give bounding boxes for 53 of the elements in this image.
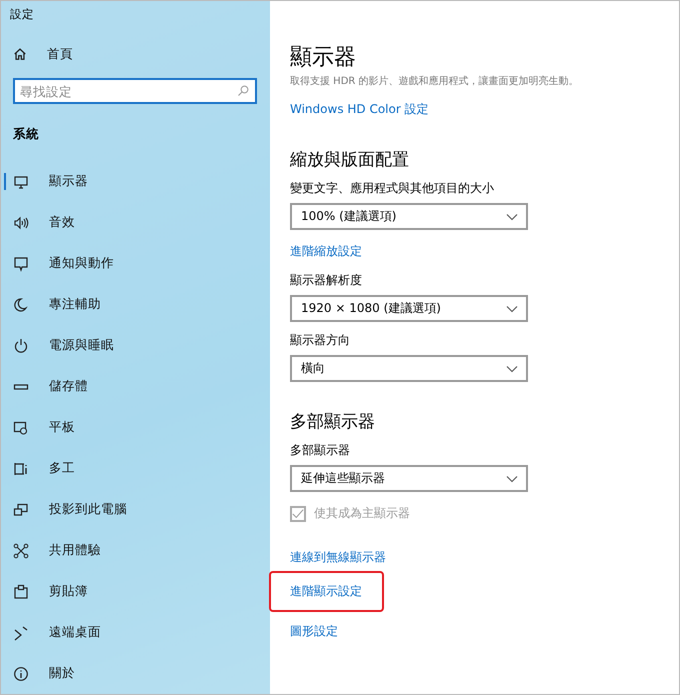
checkbox-label: 使其成為主顯示器: [314, 505, 410, 522]
moon-icon: [13, 296, 29, 312]
sidebar-item[interactable]: 關於: [1, 653, 270, 694]
power-icon: [13, 338, 29, 354]
section-heading: 縮放與版面配置: [290, 149, 410, 170]
sidebar-item[interactable]: 多工: [1, 448, 270, 489]
window-icon: [13, 460, 29, 476]
home-link[interactable]: 首頁: [13, 44, 270, 64]
field-label: 顯示器方向: [290, 332, 351, 349]
sidebar-item[interactable]: 剪貼簿: [1, 571, 270, 612]
window-title: 設定: [10, 7, 35, 23]
dropdown[interactable]: 橫向: [290, 355, 528, 382]
monitor-icon: [13, 174, 29, 190]
dropdown[interactable]: 1920 × 1080 (建議選項): [290, 295, 528, 322]
chevron-down-icon: [506, 304, 518, 312]
sidebar-item[interactable]: 儲存體: [1, 366, 270, 407]
home-icon: [13, 47, 27, 62]
project-icon: [13, 502, 29, 518]
clipboard-icon: [13, 584, 29, 600]
section-label: 系統: [13, 126, 40, 143]
page-title: 顯示器: [290, 44, 357, 72]
sidebar-item[interactable]: 共用體驗: [1, 530, 270, 571]
sidebar-item[interactable]: 專注輔助: [1, 284, 270, 325]
sidebar-item[interactable]: 平板: [1, 407, 270, 448]
description-text: 取得支援 HDR 的影片、遊戲和應用程式，讓畫面更加明亮生動。: [290, 75, 580, 88]
chevron-down-icon: [506, 212, 518, 220]
dropdown[interactable]: 延伸這些顯示器: [290, 465, 528, 492]
sidebar-item[interactable]: 投影到此電腦: [1, 489, 270, 530]
sidebar-item[interactable]: 電源與睡眠: [1, 325, 270, 366]
info-icon: [13, 666, 29, 682]
search-field[interactable]: 尋找設定: [13, 78, 257, 104]
sidebar-item[interactable]: 遠端桌面: [1, 612, 270, 653]
remote-icon: [13, 624, 29, 640]
sidebar-item[interactable]: 顯示器: [1, 161, 270, 202]
speaker-icon: [13, 214, 29, 230]
field-label: 多部顯示器: [290, 442, 351, 459]
field-label: 變更文字、應用程式與其他項目的大小: [290, 180, 495, 197]
sidebar-item[interactable]: 音效: [1, 202, 270, 243]
chevron-down-icon: [506, 474, 518, 482]
link[interactable]: 進階縮放設定: [290, 242, 362, 260]
search-icon[interactable]: [237, 85, 249, 97]
tablet-icon: [13, 420, 29, 436]
link[interactable]: 圖形設定: [290, 622, 338, 640]
speech-bubble-icon: [13, 256, 29, 272]
section-heading: 多部顯示器: [290, 411, 376, 432]
share-icon: [13, 542, 29, 558]
dropdown[interactable]: 100% (建議選項): [290, 203, 528, 230]
sidebar-item[interactable]: 通知與動作: [1, 243, 270, 284]
field-label: 顯示器解析度: [290, 272, 363, 289]
link[interactable]: 進階顯示設定: [271, 572, 382, 610]
link[interactable]: Windows HD Color 設定: [290, 100, 429, 118]
link[interactable]: 連線到無線顯示器: [290, 548, 386, 566]
chevron-down-icon: [506, 364, 518, 372]
